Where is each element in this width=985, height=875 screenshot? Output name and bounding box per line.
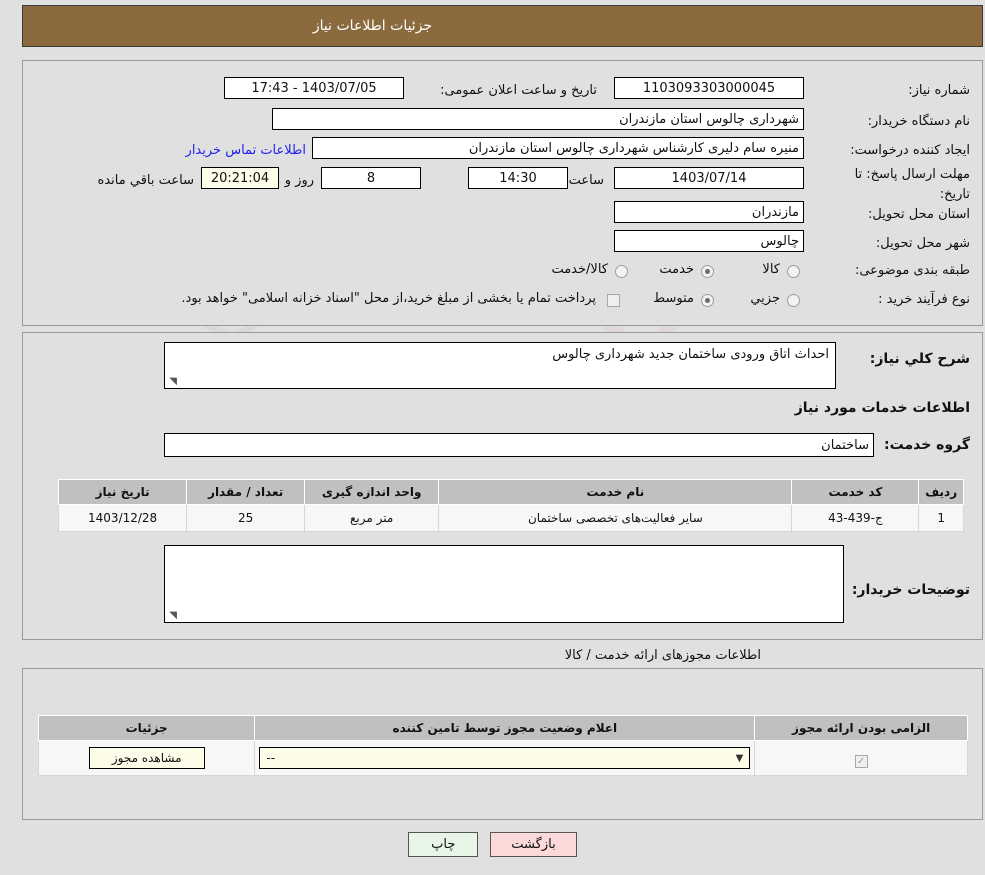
service-group-label: گروه خدمت:	[884, 437, 970, 453]
countdown-label: ساعت باقي مانده	[97, 173, 194, 188]
deadline-label-line2: تاریخ:	[939, 187, 970, 202]
treasury-documents-text: پرداخت تمام یا بخشی از مبلغ خرید،از محل …	[181, 291, 596, 306]
summary-value: احداث اتاق ورودی ساختمان جدید شهرداری چا…	[552, 347, 829, 362]
announce-datetime-label: تاریخ و ساعت اعلان عمومی:	[440, 83, 597, 98]
process-label: نوع فرآیند خرید :	[878, 292, 970, 307]
deadline-date-field: 1403/07/14	[614, 167, 804, 189]
buyer-notes-label: توضیحات خریدار:	[851, 582, 970, 598]
services-table-header-row: ردیف کد خدمت نام خدمت واحد اندازه گیری ت…	[57, 479, 964, 505]
days-remaining-field: 8	[321, 167, 421, 189]
licenses-panel: الزامی بودن ارائه مجوز اعلام وضعیت مجوز …	[22, 668, 983, 820]
cell-details-button: مشاهده مجوز	[37, 740, 256, 776]
summary-textarea[interactable]: احداث اتاق ورودی ساختمان جدید شهرداری چا…	[164, 342, 836, 389]
city-field: چالوس	[614, 230, 804, 252]
cell-required-checkbox: ✓	[754, 740, 968, 776]
page-header-bar: جزئیات اطلاعات نیاز	[22, 5, 983, 47]
license-status-value: --	[266, 751, 276, 765]
licenses-table-row: ✓ ▼ -- مشاهده مجوز	[37, 740, 968, 776]
days-label: روز و	[284, 173, 314, 188]
hour-field: 14:30	[468, 167, 568, 189]
need-number-label: شماره نیاز:	[908, 83, 970, 98]
cell-unit: متر مربع	[304, 504, 440, 532]
category-label: طبقه بندی موضوعی:	[854, 263, 970, 278]
view-license-button[interactable]: مشاهده مجوز	[88, 747, 205, 769]
need-number-field: 1103093303000045	[614, 77, 804, 99]
services-col-row-no: ردیف	[918, 479, 964, 505]
chevron-down-icon: ▼	[735, 752, 744, 764]
licenses-table: الزامی بودن ارائه مجوز اعلام وضعیت مجوز …	[37, 715, 968, 776]
announce-datetime-field: 1403/07/05 - 17:43	[224, 77, 404, 99]
services-table-row: 1 ج-439-43 سایر فعالیت‌های تخصصی ساختمان…	[57, 504, 964, 532]
category-option-label-0: کالا	[762, 262, 780, 277]
buyer-org-field: شهرداری چالوس استان مازندران	[272, 108, 804, 130]
buyer-org-label: نام دستگاه خریدار:	[867, 114, 970, 129]
licenses-section-title: اطلاعات مجوزهای ارائه خدمت / کالا	[564, 648, 761, 663]
treasury-documents-checkbox[interactable]	[607, 294, 620, 307]
services-col-name: نام خدمت	[438, 479, 793, 505]
license-status-dropdown[interactable]: ▼ --	[259, 747, 751, 769]
cell-row-no: 1	[918, 504, 964, 532]
province-label: استان محل تحویل:	[868, 207, 970, 222]
services-col-need-date: تاریخ نیاز	[57, 479, 188, 505]
footer-actions: بازگشت چاپ	[0, 832, 985, 857]
cell-code: ج-439-43	[791, 504, 920, 532]
service-group-field: ساختمان	[164, 433, 874, 457]
cell-quantity: 25	[186, 504, 306, 532]
category-option-label-1: خدمت	[659, 262, 694, 277]
cell-name: سایر فعالیت‌های تخصصی ساختمان	[438, 504, 793, 532]
radio-category-goods-service[interactable]	[615, 265, 628, 278]
license-required-checkbox: ✓	[854, 754, 868, 768]
resize-grip-icon-notes[interactable]: ◥	[167, 611, 177, 621]
licenses-col-details: جزئیات	[37, 715, 256, 741]
print-button[interactable]: چاپ	[408, 832, 479, 857]
back-button[interactable]: بازگشت	[490, 832, 577, 857]
radio-category-goods[interactable]	[787, 265, 800, 278]
need-detail-panel: شرح کلي نیاز: احداث اتاق ورودی ساختمان ج…	[22, 332, 983, 640]
category-option-label-2: کالا/خدمت	[551, 262, 608, 277]
licenses-col-required: الزامی بودن ارائه مجوز	[754, 715, 968, 741]
services-col-quantity: تعداد / مقدار	[186, 479, 306, 505]
radio-process-minor[interactable]	[787, 294, 800, 307]
need-summary-panel: شماره نیاز: 1103093303000045 تاریخ و ساع…	[22, 60, 983, 326]
resize-grip-icon[interactable]: ◥	[167, 377, 177, 387]
radio-category-service[interactable]	[701, 265, 714, 278]
deadline-label-line1: مهلت ارسال پاسخ: تا	[854, 167, 970, 182]
services-col-unit: واحد اندازه گیری	[304, 479, 440, 505]
process-option-label-1: متوسط	[653, 291, 694, 306]
city-label: شهر محل تحویل:	[875, 236, 970, 251]
services-info-heading: اطلاعات خدمات مورد نیاز	[794, 400, 970, 416]
radio-process-medium[interactable]	[701, 294, 714, 307]
province-field: مازندران	[614, 201, 804, 223]
licenses-table-header-row: الزامی بودن ارائه مجوز اعلام وضعیت مجوز …	[37, 715, 968, 741]
buyer-contact-link[interactable]: اطلاعات تماس خریدار	[186, 143, 306, 158]
buyer-notes-textarea[interactable]: ◥	[164, 545, 844, 623]
countdown-field: 20:21:04	[201, 167, 279, 189]
creator-label: ایجاد کننده درخواست:	[850, 143, 970, 158]
summary-label: شرح کلي نیاز:	[869, 351, 970, 367]
creator-field: منیره سام دلیری کارشناس شهرداری چالوس اس…	[312, 137, 804, 159]
cell-status-select: ▼ --	[254, 740, 756, 776]
services-col-code: کد خدمت	[791, 479, 920, 505]
hour-label: ساعت	[568, 173, 604, 188]
licenses-col-status: اعلام وضعیت مجوز توسط تامین کننده	[254, 715, 756, 741]
page-title: جزئیات اطلاعات نیاز	[312, 18, 433, 34]
services-table: ردیف کد خدمت نام خدمت واحد اندازه گیری ت…	[57, 479, 964, 532]
process-option-label-0: جزیي	[750, 291, 780, 306]
cell-need-date: 1403/12/28	[57, 504, 188, 532]
